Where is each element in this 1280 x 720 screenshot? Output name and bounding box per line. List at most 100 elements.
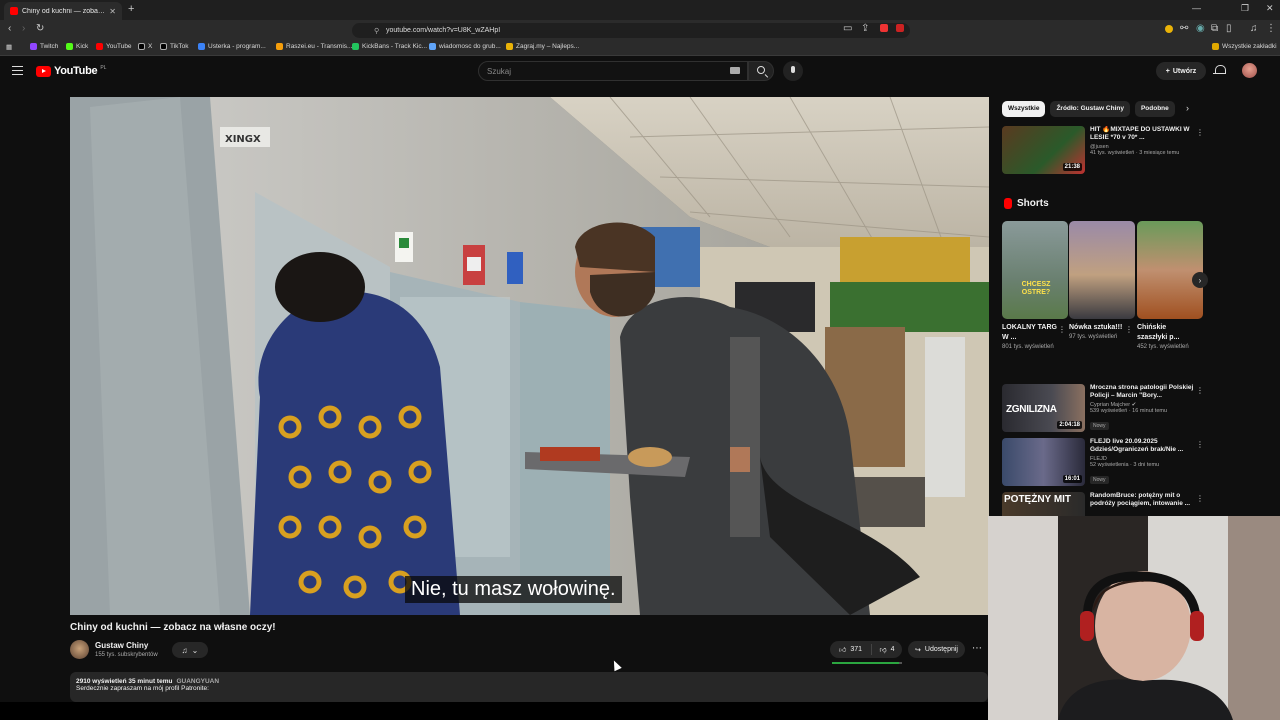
address-bar[interactable]: ⚲ youtube.com/watch?v=U8K_wZAHpI <box>352 23 910 38</box>
location-tag[interactable]: GUANGYUAN <box>176 678 219 685</box>
video-duration: 2:04:18 <box>1057 421 1082 429</box>
recommended-video[interactable]: ZGNILIZNA 2:04:18 Mroczna strona patolog… <box>1002 384 1204 434</box>
maximize-icon[interactable]: ❐ <box>1241 3 1249 14</box>
bookmark-item[interactable]: wiadomosc do grub... <box>429 43 501 50</box>
more-options-icon[interactable]: ⋮ <box>1196 386 1204 395</box>
short-overlay-text: CHCESZ OSTRE? <box>1021 281 1051 296</box>
dislike-button[interactable]: 👎︎ 4 <box>872 645 902 654</box>
chips-next-icon[interactable]: › <box>1186 103 1189 113</box>
extension-coin-icon[interactable] <box>1165 25 1173 33</box>
shorts-icon <box>1004 198 1012 209</box>
bookmark-favicon-icon <box>96 43 103 50</box>
share-button[interactable]: ↪ Udostępnij <box>908 641 965 658</box>
bookmark-item[interactable]: Twitch <box>30 43 58 50</box>
bookmark-item[interactable]: Kick <box>66 43 88 50</box>
recommended-video[interactable]: 16:01 FLEJD live 20.09.2025 Gdzieś/Ogran… <box>1002 438 1204 488</box>
short-thumbnail[interactable] <box>1137 221 1203 319</box>
new-badge: Nowy <box>1090 476 1109 484</box>
voice-search-icon[interactable] <box>783 61 803 81</box>
extension-warning-icon[interactable] <box>896 24 904 32</box>
video-thumbnail[interactable]: 21:38 <box>1002 126 1085 174</box>
channel-name[interactable]: Gustaw Chiny <box>95 641 148 650</box>
extension-icon[interactable]: ⚯ <box>1180 23 1188 34</box>
short-thumbnail[interactable] <box>1069 221 1135 319</box>
new-badge: Nowy <box>1090 422 1109 430</box>
apps-grid-icon[interactable]: ▦ <box>6 43 12 51</box>
more-options-icon[interactable]: ⋮ <box>1196 128 1204 137</box>
browser-tab[interactable]: Chiny od kuchni — zobacz na ✕ <box>4 2 122 20</box>
short-item[interactable]: Chińskie szaszłyki p... 452 tys. wyświet… <box>1137 221 1203 350</box>
more-actions-icon[interactable]: ⋯ <box>972 643 982 654</box>
cast-icon[interactable]: ▭ <box>843 23 852 34</box>
bookmark-item[interactable]: Raszei.eu - Transmis... <box>276 43 352 50</box>
more-options-icon[interactable]: ⋮ <box>1058 325 1066 334</box>
youtube-logo-text: YouTube <box>54 65 98 77</box>
create-button[interactable]: + Utwórz <box>1156 62 1206 80</box>
share-icon: ↪ <box>915 646 921 654</box>
site-info-icon[interactable]: ⚲ <box>374 27 379 35</box>
shorts-header: Shorts <box>1004 198 1049 209</box>
bookmark-favicon-icon <box>160 43 167 50</box>
more-options-icon[interactable]: ⋮ <box>1125 325 1133 334</box>
video-thumbnail[interactable]: 16:01 <box>1002 438 1085 486</box>
extension-shield-icon[interactable] <box>880 24 888 32</box>
bookmark-item[interactable]: Usterka - program... <box>198 43 266 50</box>
video-title[interactable]: Mroczna strona patologii Polskiej Policj… <box>1090 384 1194 400</box>
video-meta: 52 wyświetlenia · 3 dni temu <box>1090 462 1160 468</box>
video-title[interactable]: RandomBruce: potężny mit o podróży pocią… <box>1090 492 1194 508</box>
shorts-next-icon[interactable]: › <box>1192 272 1208 288</box>
bottom-strip <box>0 702 988 720</box>
video-player[interactable]: XINGX <box>70 97 989 615</box>
youtube-favicon-icon <box>10 7 18 15</box>
reload-icon[interactable]: ↻ <box>36 23 44 34</box>
subscribed-button[interactable]: ♫ ⌄ <box>172 642 208 658</box>
keyboard-icon[interactable] <box>730 67 740 74</box>
chip-related[interactable]: Podobne <box>1134 101 1175 117</box>
description-box[interactable]: 2910 wyświetleń 35 minut temu GUANGYUAN S… <box>70 672 988 702</box>
like-ratio-fill <box>832 662 900 664</box>
recommended-video[interactable]: 21:38 HIT 🔥MIXTAPE DO USTAWKI W LESIE *7… <box>1002 126 1204 176</box>
more-options-icon[interactable]: ⋮ <box>1196 440 1204 449</box>
account-avatar[interactable] <box>1242 63 1257 78</box>
bookmark-item[interactable]: TikTok <box>160 43 189 50</box>
view-stats: 2910 wyświetleń 35 minut temu <box>76 678 173 685</box>
notifications-icon[interactable] <box>1213 64 1226 76</box>
search-button[interactable] <box>748 61 774 81</box>
chip-all[interactable]: Wszystkie <box>1002 101 1046 117</box>
bookmark-item[interactable]: KickBans - Track Kic... <box>352 43 427 50</box>
more-options-icon[interactable]: ⋮ <box>1196 494 1204 503</box>
back-icon[interactable]: ‹ <box>8 23 11 34</box>
bookmark-favicon-icon <box>352 43 359 50</box>
youtube-logo[interactable]: YouTube PL <box>36 65 106 77</box>
bookmark-favicon-icon <box>276 43 283 50</box>
chip-source[interactable]: Źródło: Gustaw Chiny <box>1050 101 1130 117</box>
short-thumbnail[interactable]: CHCESZ OSTRE? <box>1002 221 1068 319</box>
minimize-icon[interactable]: — <box>1192 3 1201 13</box>
like-button[interactable]: 👍︎ 371 <box>830 644 872 655</box>
media-icon[interactable]: ♫ <box>1250 23 1258 34</box>
bookmark-item[interactable]: X <box>138 43 152 50</box>
sidebar-icon[interactable]: ▯ <box>1226 23 1232 34</box>
mouse-cursor-icon <box>610 658 622 672</box>
all-bookmarks[interactable]: Wszystkie zakładki <box>1212 43 1277 50</box>
short-item[interactable]: CHCESZ OSTRE? LOKALNY TARG W ... 801 tys… <box>1002 221 1068 350</box>
video-title[interactable]: HIT 🔥MIXTAPE DO USTAWKI W LESIE *70 v 70… <box>1090 126 1194 142</box>
share-page-icon[interactable]: ⇪ <box>861 23 869 34</box>
forward-icon[interactable]: › <box>22 23 25 34</box>
bookmark-item[interactable]: Zagraj.my – Najleps... <box>506 43 579 50</box>
extension-audio-icon[interactable]: ◉ <box>1196 23 1205 34</box>
close-tab-icon[interactable]: ✕ <box>109 7 116 16</box>
short-item[interactable]: Nówka sztuka!!! 97 tys. wyświetleń ⋮ <box>1069 221 1135 340</box>
channel-avatar[interactable] <box>70 640 89 659</box>
bookmark-item[interactable]: YouTube <box>96 43 132 50</box>
puzzle-icon[interactable]: ⧉ <box>1211 23 1218 34</box>
video-thumbnail[interactable]: ZGNILIZNA 2:04:18 <box>1002 384 1085 432</box>
menu-icon[interactable]: ⋮ <box>1266 23 1276 34</box>
hamburger-menu-icon[interactable] <box>12 66 23 75</box>
thumbnail-overlay-text: POTĘŻNY MIT <box>1004 494 1072 505</box>
short-views: 452 tys. wyświetleń <box>1137 344 1189 350</box>
new-tab-icon[interactable]: + <box>128 3 134 15</box>
search-input[interactable]: Szukaj <box>478 61 748 81</box>
video-title[interactable]: FLEJD live 20.09.2025 Gdzieś/Ograniczeń … <box>1090 438 1194 454</box>
window-close-icon[interactable]: ✕ <box>1266 3 1274 14</box>
